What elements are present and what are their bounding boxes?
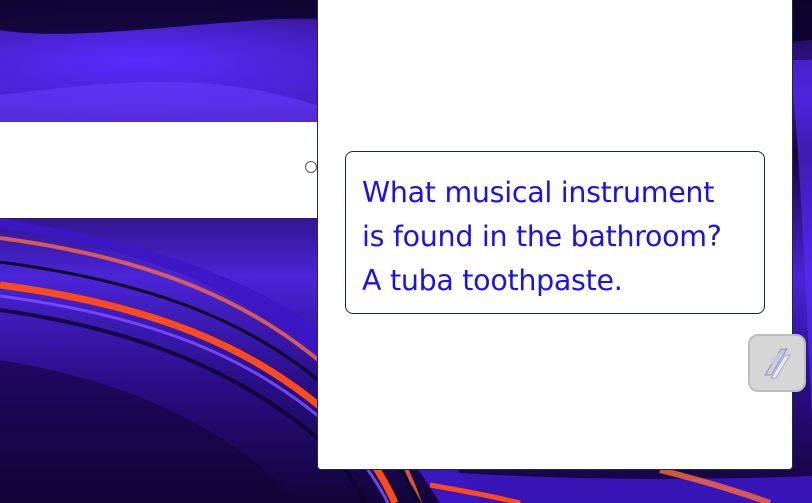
radio-circle-icon[interactable] [305,161,317,173]
floating-app-button[interactable] [748,334,806,392]
joke-text: What musical instrument is found in the … [362,176,722,297]
slash-logo-icon [764,348,791,379]
joke-card: What musical instrument is found in the … [345,151,765,314]
background-window-strip [0,122,330,218]
desktop-background: What musical instrument is found in the … [0,0,812,503]
